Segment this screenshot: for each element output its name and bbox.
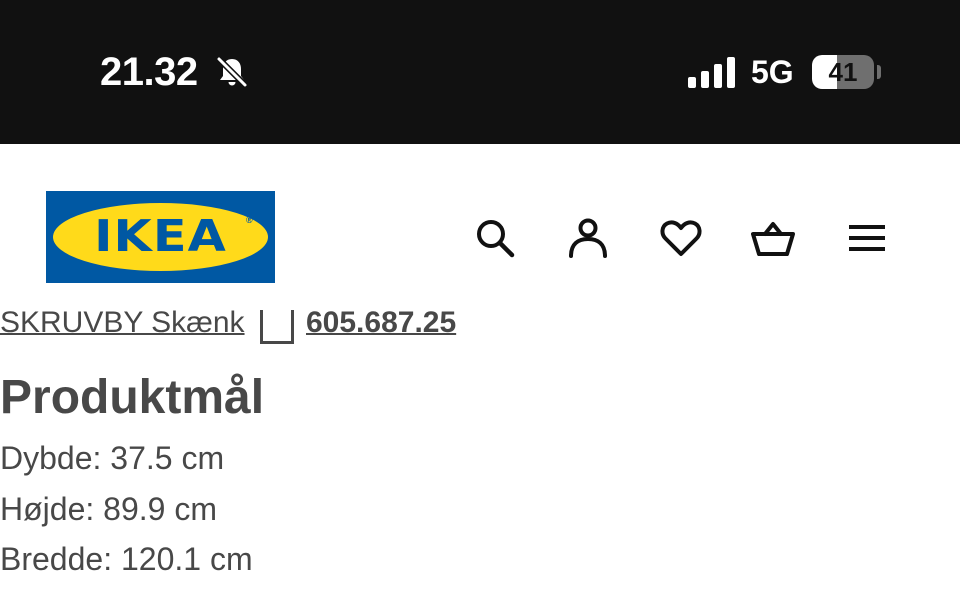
product-dimensions-title: Produktmål bbox=[0, 371, 265, 424]
ikea-logo[interactable]: IKEA bbox=[46, 191, 275, 283]
battery-level: 41 bbox=[828, 57, 858, 87]
menu-icon[interactable] bbox=[845, 216, 889, 260]
battery-cap bbox=[877, 65, 881, 79]
logo-text: IKEA bbox=[94, 211, 227, 262]
account-icon[interactable] bbox=[566, 216, 610, 260]
dimension-depth: Dybde: 37.5 cm bbox=[0, 440, 225, 476]
site-header: IKEA ® bbox=[0, 144, 960, 314]
product-reference: SKRUVBY Skænk 605.687.25 bbox=[0, 310, 960, 350]
dimension-width: Bredde: 120.1 cm bbox=[0, 541, 253, 577]
basket-icon[interactable] bbox=[751, 216, 795, 260]
signal-icon bbox=[688, 57, 735, 88]
network-type: 5G bbox=[751, 54, 794, 90]
battery: 41 bbox=[812, 55, 874, 89]
status-bar: 21.32 5G 41 bbox=[0, 0, 960, 144]
search-icon[interactable] bbox=[473, 216, 517, 260]
article-number-link[interactable]: 605.687.25 bbox=[306, 310, 456, 345]
bell-muted-icon bbox=[216, 56, 248, 88]
logo-registered-mark: ® bbox=[246, 215, 253, 225]
page: 21.32 5G 41 IKEA ® SKRUVBY Skænk 605.687… bbox=[0, 0, 960, 594]
dimension-height: Højde: 89.9 cm bbox=[0, 491, 217, 527]
article-number-icon bbox=[260, 310, 294, 344]
product-link[interactable]: SKRUVBY Skænk bbox=[0, 310, 245, 345]
status-time: 21.32 bbox=[100, 50, 198, 94]
heart-icon[interactable] bbox=[659, 216, 703, 260]
